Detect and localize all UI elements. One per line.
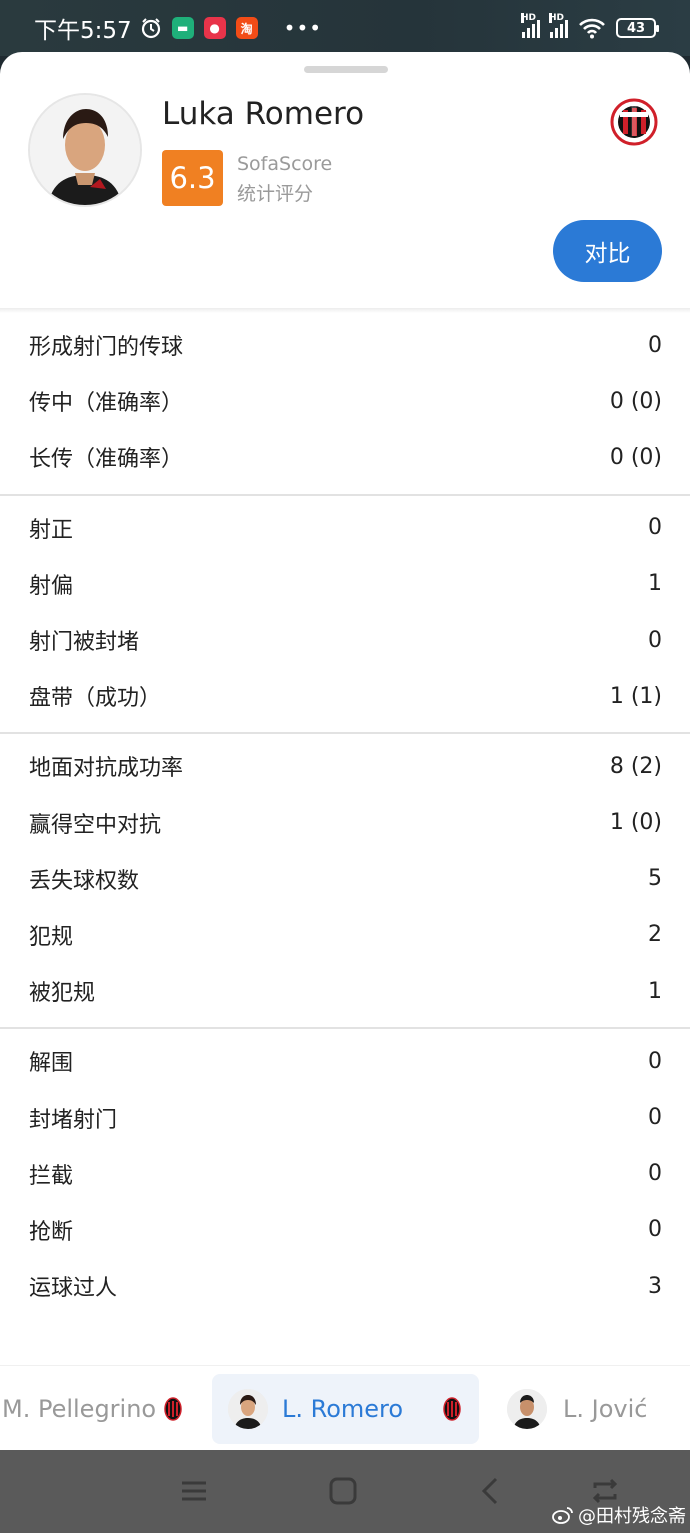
stat-row: 丢失球权数 5 <box>0 851 690 907</box>
ac-milan-crest-icon[interactable] <box>610 92 658 152</box>
switcher-current-player[interactable]: L. Romero <box>212 1374 479 1444</box>
stat-label: 射正 <box>29 517 74 543</box>
rating-source: SofaScore <box>237 153 333 175</box>
battery-level: 43 <box>626 20 646 36</box>
player-switcher: M. Pellegrino L. Romero L. Jović <box>0 1365 690 1450</box>
rating-caption: 统计评分 <box>237 183 314 205</box>
ac-milan-crest-icon <box>443 1397 461 1421</box>
weibo-watermark: @田村残念斋 <box>552 1502 686 1528</box>
watermark-text: @田村残念斋 <box>578 1506 686 1527</box>
stat-row: 盘带（成功） 1 (1) <box>0 668 690 724</box>
stat-row: 抢断 0 <box>0 1202 690 1258</box>
stat-label: 传中（准确率） <box>29 391 184 417</box>
status-bar: 下午5:57 ▬ ● 淘 ••• HD HD 43 <box>0 0 690 56</box>
stat-value: 3 <box>648 1273 662 1299</box>
stat-row: 赢得空中对抗 1 (0) <box>0 795 690 851</box>
stat-row: 地面对抗成功率 8 (2) <box>0 738 690 794</box>
stat-value: 0 (0) <box>609 388 662 414</box>
stat-label: 长传（准确率） <box>29 447 184 473</box>
prev-player-name: M. Pellegrino <box>2 1395 157 1423</box>
player-stats-sheet: Luka Romero 6.3 SofaScore 统计评分 对比 形成射门的传… <box>0 52 690 1450</box>
drag-handle[interactable] <box>304 66 388 73</box>
stat-value: 0 <box>648 627 662 653</box>
alarm-icon <box>141 18 160 39</box>
stat-row: 被犯规 1 <box>0 963 690 1019</box>
stat-value: 1 <box>648 571 662 597</box>
stat-value: 0 <box>648 515 662 541</box>
signal-icon-2: HD <box>549 13 568 38</box>
stat-label: 地面对抗成功率 <box>29 756 184 782</box>
back-icon[interactable] <box>474 1474 508 1508</box>
status-time: 下午5:57 <box>34 18 132 44</box>
player-avatar <box>28 93 142 207</box>
status-notification-icons: ▬ ● 淘 ••• <box>140 16 322 40</box>
stats-list: 形成射门的传球 0 传中（准确率） 0 (0) 长传（准确率） 0 (0) 射正 0 射偏 1 射门… <box>0 313 690 1322</box>
stats-group: 解围 0 封堵射门 0 拦截 0 抢断 0 运球过人 3 <box>0 1029 690 1322</box>
taobao-app-icon: 淘 <box>235 17 258 39</box>
stats-group: 形成射门的传球 0 传中（准确率） 0 (0) 长传（准确率） 0 (0) <box>0 313 690 496</box>
switcher-prev-player[interactable]: M. Pellegrino <box>2 1374 182 1444</box>
wifi-icon <box>579 18 605 39</box>
stat-label: 射偏 <box>29 573 74 599</box>
home-icon[interactable] <box>326 1474 360 1508</box>
stat-row: 犯规 2 <box>0 907 690 963</box>
current-player-avatar <box>228 1389 268 1429</box>
weibo-icon <box>552 1507 573 1524</box>
stat-label: 丢失球权数 <box>29 868 140 894</box>
stat-value: 0 <box>648 332 662 358</box>
next-player-name: L. Jović <box>563 1395 648 1423</box>
stat-label: 赢得空中对抗 <box>29 812 162 838</box>
stat-value: 0 <box>648 1217 662 1243</box>
stat-row: 运球过人 3 <box>0 1258 690 1314</box>
stat-row: 射正 0 <box>0 500 690 556</box>
stat-label: 拦截 <box>29 1163 74 1189</box>
stat-label: 形成射门的传球 <box>29 335 184 361</box>
stat-row: 形成射门的传球 0 <box>0 317 690 373</box>
next-player-avatar <box>507 1389 547 1429</box>
stats-group: 地面对抗成功率 8 (2) 赢得空中对抗 1 (0) 丢失球权数 5 犯规 2 被犯规 1 <box>0 734 690 1030</box>
status-right: HD HD 43 <box>521 13 659 39</box>
stat-row: 射偏 1 <box>0 556 690 612</box>
switcher-next-player[interactable]: L. Jović <box>507 1374 647 1444</box>
player-photo-icon <box>30 95 140 205</box>
stat-label: 解围 <box>29 1051 74 1077</box>
stat-label: 封堵射门 <box>29 1107 118 1133</box>
stat-row: 传中（准确率） 0 (0) <box>0 373 690 429</box>
stat-row: 拦截 0 <box>0 1146 690 1202</box>
stat-value: 1 (1) <box>609 683 662 709</box>
stat-value: 1 <box>648 978 662 1004</box>
app-icon-green: ▬ <box>171 17 194 39</box>
stats-group: 射正 0 射偏 1 射门被封堵 0 盘带（成功） 1 (1) <box>0 496 690 735</box>
stat-label: 盘带（成功） <box>29 686 162 712</box>
stat-row: 封堵射门 0 <box>0 1089 690 1145</box>
stat-value: 0 (0) <box>609 444 662 470</box>
stat-row: 长传（准确率） 0 (0) <box>0 429 690 485</box>
stat-value: 1 (0) <box>609 810 662 836</box>
stat-label: 运球过人 <box>29 1276 118 1302</box>
stat-label: 抢断 <box>29 1219 74 1245</box>
stat-value: 0 <box>648 1105 662 1131</box>
more-notifications-icon: ••• <box>283 16 323 40</box>
stat-label: 被犯规 <box>29 981 96 1007</box>
current-player-name: L. Romero <box>282 1395 404 1423</box>
stat-label: 犯规 <box>29 924 74 950</box>
player-name: Luka Romero <box>162 96 365 132</box>
stat-value: 0 <box>648 1161 662 1187</box>
stat-value: 2 <box>648 922 662 948</box>
compare-button[interactable]: 对比 <box>553 220 662 282</box>
ac-milan-crest-icon <box>164 1397 182 1421</box>
signal-icon-1: HD <box>521 13 540 38</box>
app-icon-red: ● <box>203 17 226 39</box>
hd-label: HD <box>521 13 537 23</box>
stat-row: 射门被封堵 0 <box>0 612 690 668</box>
stat-value: 0 <box>648 1048 662 1074</box>
battery-icon: 43 <box>616 18 659 38</box>
menu-icon[interactable] <box>177 1474 211 1508</box>
rating-badge: 6.3 <box>162 150 223 206</box>
stat-value: 5 <box>648 866 662 892</box>
hd-label: HD <box>549 13 565 23</box>
stat-label: 射门被封堵 <box>29 630 140 656</box>
stat-value: 8 (2) <box>609 753 662 779</box>
stat-row: 解围 0 <box>0 1033 690 1089</box>
